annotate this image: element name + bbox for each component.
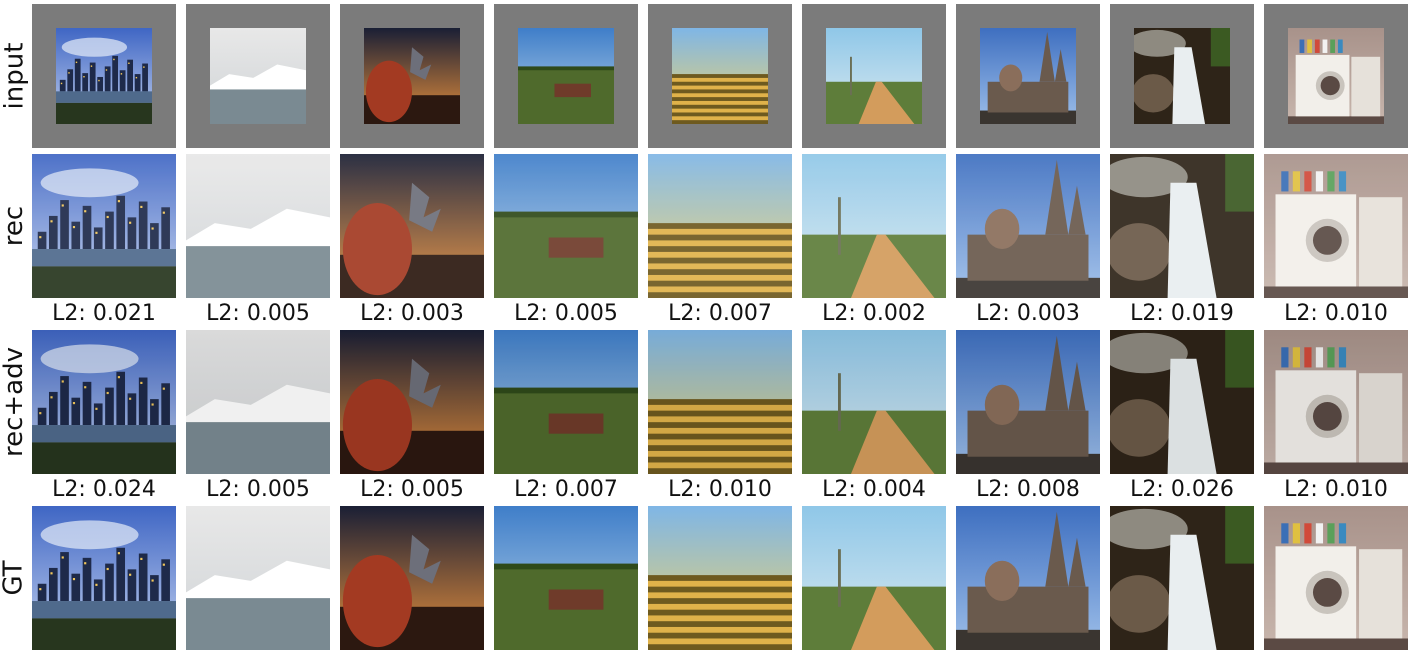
l2-metric-label: L2: 0.007 (514, 477, 618, 502)
image-laundry-room-washer (1264, 506, 1408, 650)
l2-metric-label: L2: 0.003 (360, 301, 464, 326)
image-gothic-cathedral-graphic (956, 506, 1100, 650)
image-laundry-room-washer (1264, 154, 1408, 298)
l2-metric-label: L2: 0.010 (1284, 477, 1388, 502)
image-green-field-ruin (494, 4, 638, 148)
image-green-field-ruin-graphic (494, 154, 638, 298)
l2-metric-label: L2: 0.019 (1130, 301, 1234, 326)
image-green-field-ruin (494, 330, 638, 474)
image-green-field-ruin (494, 154, 638, 298)
image-golden-farmland (648, 4, 792, 148)
image-green-field-ruin (494, 506, 638, 650)
l2-metric-label: L2: 0.003 (976, 301, 1080, 326)
l2-metric-label: L2: 0.010 (1284, 301, 1388, 326)
l2-metric-label: L2: 0.005 (206, 477, 310, 502)
image-glacier-and-fog-graphic (186, 154, 330, 298)
image-golden-farmland (648, 330, 792, 474)
row-label-text: GT (0, 560, 30, 596)
image-green-field-ruin-graphic (518, 28, 614, 124)
image-gothic-cathedral-graphic (956, 330, 1100, 474)
image-autumn-tree-sunset (340, 4, 484, 148)
image-waterfall-rocks-graphic (1134, 28, 1230, 124)
row-label: GT (0, 506, 30, 650)
image-laundry-room-washer-graphic (1264, 154, 1408, 298)
l2-metric-label: L2: 0.021 (52, 301, 156, 326)
image-glacier-and-fog-graphic (186, 330, 330, 474)
image-city-skyline-at-dusk-graphic (32, 506, 176, 650)
row-label: input (0, 4, 30, 148)
image-dirt-road-countryside (802, 330, 946, 474)
image-dirt-road-countryside-graphic (802, 506, 946, 650)
image-waterfall-rocks (1110, 330, 1254, 474)
image-city-skyline-at-dusk (32, 506, 176, 650)
image-laundry-room-washer (1264, 330, 1408, 474)
l2-metric-label: L2: 0.024 (52, 477, 156, 502)
l2-metric-label: L2: 0.002 (822, 301, 926, 326)
l2-metric-label: L2: 0.007 (668, 301, 772, 326)
image-dirt-road-countryside (802, 154, 946, 298)
row-label-text: rec (0, 205, 30, 247)
image-glacier-and-fog (186, 154, 330, 298)
image-golden-farmland-graphic (648, 506, 792, 650)
image-gothic-cathedral (956, 4, 1100, 148)
image-gothic-cathedral (956, 506, 1100, 650)
image-dirt-road-countryside-graphic (802, 330, 946, 474)
image-autumn-tree-sunset (340, 330, 484, 474)
l2-metric-label: L2: 0.005 (360, 477, 464, 502)
image-golden-farmland-graphic (672, 28, 768, 124)
image-green-field-ruin-graphic (494, 330, 638, 474)
image-laundry-room-washer-graphic (1288, 28, 1384, 124)
image-golden-farmland (648, 154, 792, 298)
image-waterfall-rocks (1110, 4, 1254, 148)
image-city-skyline-at-dusk (32, 4, 176, 148)
l2-metric-label: L2: 0.008 (976, 477, 1080, 502)
image-dirt-road-countryside (802, 4, 946, 148)
image-gothic-cathedral (956, 154, 1100, 298)
image-waterfall-rocks-graphic (1110, 154, 1254, 298)
l2-metric-label: L2: 0.005 (206, 301, 310, 326)
image-gothic-cathedral (956, 330, 1100, 474)
image-waterfall-rocks-graphic (1110, 330, 1254, 474)
row-label: rec (0, 154, 30, 298)
image-autumn-tree-sunset-graphic (364, 28, 460, 124)
image-waterfall-rocks-graphic (1110, 506, 1254, 650)
image-gothic-cathedral-graphic (956, 154, 1100, 298)
image-golden-farmland (648, 506, 792, 650)
image-gothic-cathedral-graphic (980, 28, 1076, 124)
row-label-text: input (0, 42, 30, 110)
image-city-skyline-at-dusk (32, 330, 176, 474)
image-city-skyline-at-dusk-graphic (32, 330, 176, 474)
image-city-skyline-at-dusk-graphic (32, 154, 176, 298)
image-laundry-room-washer-graphic (1264, 506, 1408, 650)
row-label-text: rec+adv (0, 346, 29, 458)
image-laundry-room-washer-graphic (1264, 330, 1408, 474)
image-glacier-and-fog (186, 506, 330, 650)
image-laundry-room-washer (1264, 4, 1408, 148)
image-glacier-and-fog (186, 330, 330, 474)
l2-metric-label: L2: 0.010 (668, 477, 772, 502)
image-waterfall-rocks (1110, 154, 1254, 298)
image-dirt-road-countryside-graphic (826, 28, 922, 124)
l2-metric-label: L2: 0.005 (514, 301, 618, 326)
image-autumn-tree-sunset-graphic (340, 330, 484, 474)
image-city-skyline-at-dusk-graphic (56, 28, 152, 124)
l2-metric-label: L2: 0.026 (1130, 477, 1234, 502)
image-glacier-and-fog-graphic (210, 28, 306, 124)
image-dirt-road-countryside (802, 506, 946, 650)
l2-metric-label: L2: 0.004 (822, 477, 926, 502)
image-golden-farmland-graphic (648, 154, 792, 298)
image-autumn-tree-sunset (340, 154, 484, 298)
image-autumn-tree-sunset-graphic (340, 154, 484, 298)
image-dirt-road-countryside-graphic (802, 154, 946, 298)
row-label: rec+adv (0, 330, 29, 474)
image-glacier-and-fog-graphic (186, 506, 330, 650)
image-golden-farmland-graphic (648, 330, 792, 474)
image-waterfall-rocks (1110, 506, 1254, 650)
image-autumn-tree-sunset (340, 506, 484, 650)
image-city-skyline-at-dusk (32, 154, 176, 298)
image-glacier-and-fog (186, 4, 330, 148)
image-green-field-ruin-graphic (494, 506, 638, 650)
image-autumn-tree-sunset-graphic (340, 506, 484, 650)
